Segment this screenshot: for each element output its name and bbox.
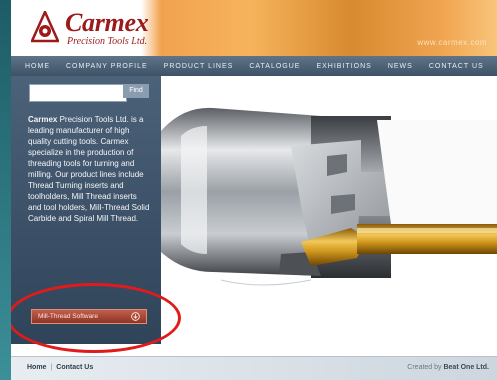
site-footer: Home | Contact Us Created by Beat One Ltd. xyxy=(11,356,497,380)
nav-item-news[interactable]: News xyxy=(380,63,421,70)
nav-item-product-lines[interactable]: Product Lines xyxy=(156,63,242,70)
red-highlight-ellipse xyxy=(11,283,181,353)
description-text: Precision Tools Ltd. is a leading manufa… xyxy=(28,115,150,223)
footer-credit: Created by Beat One Ltd. xyxy=(407,364,489,371)
footer-links: Home | Contact Us xyxy=(27,364,93,371)
hero-image xyxy=(161,76,497,344)
logo-subtitle: Precision Tools Ltd. xyxy=(67,36,148,47)
logo[interactable]: Carmex Precision Tools Ltd. xyxy=(31,8,161,52)
left-edge-strip xyxy=(0,0,11,380)
nav-item-exhibitions[interactable]: Exhibitions xyxy=(308,63,379,70)
footer-separator: | xyxy=(50,364,53,371)
description-brand: Carmex xyxy=(28,115,58,124)
main-nav: Home Company Profile Product Lines Catal… xyxy=(11,56,497,76)
nav-item-company-profile[interactable]: Company Profile xyxy=(58,63,156,70)
site-header: Carmex Precision Tools Ltd. www.carmex.c… xyxy=(11,0,497,56)
company-description: Carmex Precision Tools Ltd. is a leading… xyxy=(28,114,150,224)
logo-name: Carmex xyxy=(65,8,149,37)
footer-contact-link[interactable]: Contact Us xyxy=(56,364,93,371)
thread-milling-tool-illustration xyxy=(161,107,497,286)
site-url: www.carmex.com xyxy=(417,38,487,47)
search-button[interactable]: Find xyxy=(123,84,149,98)
nav-item-home[interactable]: Home xyxy=(11,63,58,70)
nav-item-contact-us[interactable]: Contact Us xyxy=(421,63,492,70)
footer-home-link[interactable]: Home xyxy=(27,364,46,371)
search-input[interactable] xyxy=(29,84,127,102)
credit-link[interactable]: Beat One Ltd. xyxy=(443,364,489,371)
credit-prefix: Created by xyxy=(407,364,444,371)
webpage: Carmex Precision Tools Ltd. www.carmex.c… xyxy=(11,0,497,380)
logo-emblem-icon xyxy=(31,11,59,43)
nav-item-catalogue[interactable]: Catalogue xyxy=(241,63,308,70)
